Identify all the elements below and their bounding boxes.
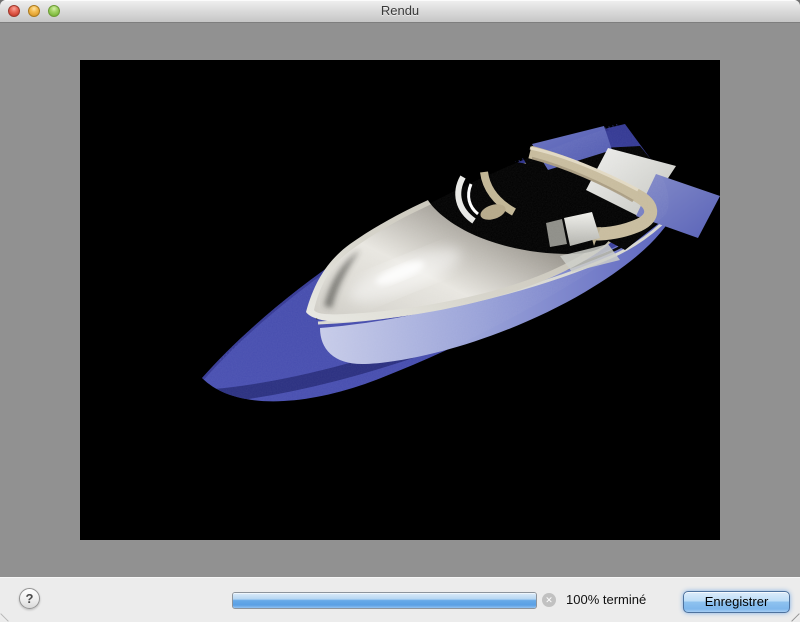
save-button[interactable]: Enregistrer: [683, 591, 790, 613]
titlebar[interactable]: Rendu: [0, 0, 800, 23]
render-window: Rendu ? ✕ 100% terminé Enregistrer: [0, 0, 800, 622]
cancel-icon[interactable]: ✕: [542, 593, 556, 607]
progress-status-text: 100% terminé: [566, 592, 647, 607]
footer-bar: ? ✕ 100% terminé Enregistrer: [0, 577, 800, 622]
render-canvas: [80, 60, 720, 540]
progress-fill: [233, 593, 536, 608]
resize-grip[interactable]: [791, 613, 800, 622]
window-title: Rendu: [380, 3, 420, 18]
boat-render-image: [202, 123, 720, 402]
progress-bar: [232, 592, 537, 609]
help-button[interactable]: ?: [19, 588, 40, 609]
corner-grip: [0, 613, 9, 622]
